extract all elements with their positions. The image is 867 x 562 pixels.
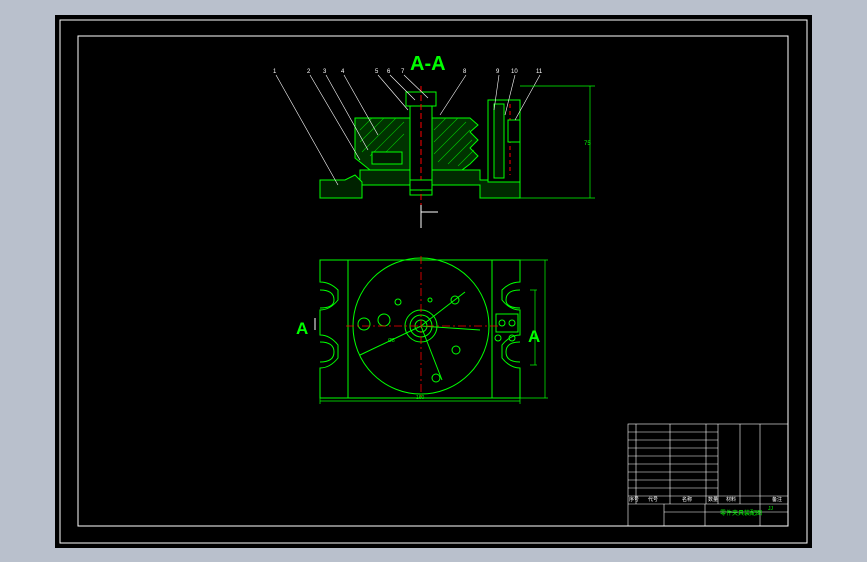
dimension-diameter-label: Ø8: [388, 338, 395, 344]
dimension-width-label: 160: [416, 395, 425, 401]
header-code: 代号: [648, 496, 658, 503]
header-name: 名称: [682, 496, 692, 503]
side-screw: [507, 119, 521, 143]
clamp-nut-bottom: [409, 179, 433, 191]
header-no: 序号: [629, 496, 639, 503]
view-label-a-right: A: [528, 327, 540, 346]
balloon-11: 11: [536, 69, 543, 75]
cad-viewport: A-A 1 2 3 4 5 6 7 8 9 10 11 75 160 Ø8 A …: [0, 0, 867, 562]
section-title: A-A: [410, 53, 446, 75]
header-qty: 数量: [708, 496, 718, 503]
header-remark: 备注: [772, 496, 782, 503]
side-post-inner: [493, 103, 505, 179]
drawing-name: 零件夹具装配图: [720, 509, 762, 517]
header-material: 材料: [726, 496, 736, 503]
clamp-plate-left: [371, 151, 403, 165]
cad-drawing: A-A 1 2 3 4 5 6 7 8 9 10 11 75 160 Ø8 A …: [55, 15, 812, 548]
dimension-height-label: 75: [584, 141, 591, 147]
drawing-number: JJ: [768, 506, 774, 512]
balloon-10: 10: [511, 69, 518, 75]
view-label-a-left: A: [296, 319, 308, 338]
